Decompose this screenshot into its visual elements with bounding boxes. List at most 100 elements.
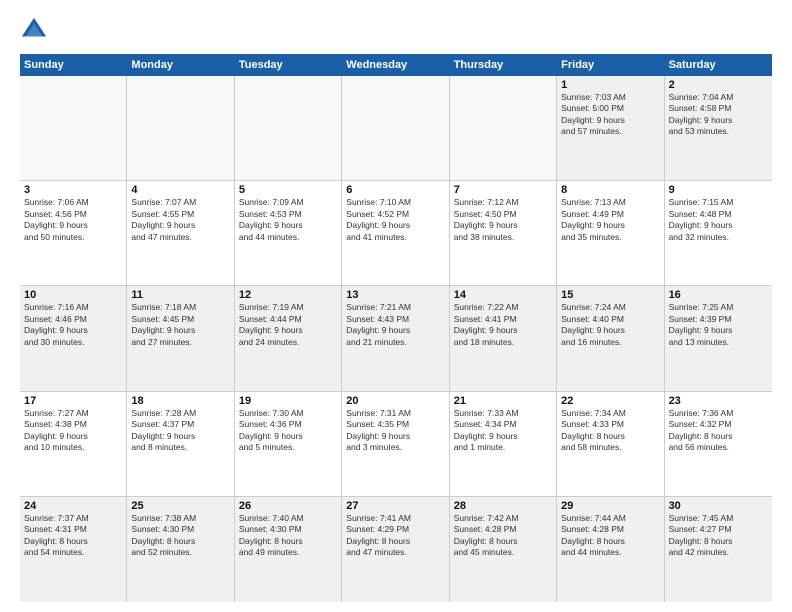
day-info: Sunrise: 7:25 AM Sunset: 4:39 PM Dayligh… bbox=[669, 302, 768, 348]
calendar-week: 24Sunrise: 7:37 AM Sunset: 4:31 PM Dayli… bbox=[20, 497, 772, 602]
day-number: 21 bbox=[454, 395, 552, 407]
calendar-cell: 15Sunrise: 7:24 AM Sunset: 4:40 PM Dayli… bbox=[557, 286, 664, 390]
day-number: 16 bbox=[669, 289, 768, 301]
day-info: Sunrise: 7:36 AM Sunset: 4:32 PM Dayligh… bbox=[669, 408, 768, 454]
day-number: 19 bbox=[239, 395, 337, 407]
day-info: Sunrise: 7:09 AM Sunset: 4:53 PM Dayligh… bbox=[239, 197, 337, 243]
day-number: 27 bbox=[346, 500, 444, 512]
header-day: Monday bbox=[127, 54, 234, 76]
calendar-cell: 12Sunrise: 7:19 AM Sunset: 4:44 PM Dayli… bbox=[235, 286, 342, 390]
day-info: Sunrise: 7:07 AM Sunset: 4:55 PM Dayligh… bbox=[131, 197, 229, 243]
day-number: 18 bbox=[131, 395, 229, 407]
day-number: 3 bbox=[24, 184, 122, 196]
day-number: 1 bbox=[561, 79, 659, 91]
calendar-cell: 25Sunrise: 7:38 AM Sunset: 4:30 PM Dayli… bbox=[127, 497, 234, 602]
day-info: Sunrise: 7:03 AM Sunset: 5:00 PM Dayligh… bbox=[561, 92, 659, 138]
day-info: Sunrise: 7:12 AM Sunset: 4:50 PM Dayligh… bbox=[454, 197, 552, 243]
day-number: 23 bbox=[669, 395, 768, 407]
calendar-cell bbox=[127, 76, 234, 180]
header-day: Saturday bbox=[665, 54, 772, 76]
calendar-cell: 5Sunrise: 7:09 AM Sunset: 4:53 PM Daylig… bbox=[235, 181, 342, 285]
day-number: 12 bbox=[239, 289, 337, 301]
day-number: 6 bbox=[346, 184, 444, 196]
day-info: Sunrise: 7:44 AM Sunset: 4:28 PM Dayligh… bbox=[561, 513, 659, 559]
calendar-cell: 8Sunrise: 7:13 AM Sunset: 4:49 PM Daylig… bbox=[557, 181, 664, 285]
day-info: Sunrise: 7:19 AM Sunset: 4:44 PM Dayligh… bbox=[239, 302, 337, 348]
calendar-week: 3Sunrise: 7:06 AM Sunset: 4:56 PM Daylig… bbox=[20, 181, 772, 286]
calendar-body: 1Sunrise: 7:03 AM Sunset: 5:00 PM Daylig… bbox=[20, 76, 772, 602]
calendar-cell bbox=[450, 76, 557, 180]
calendar-cell: 2Sunrise: 7:04 AM Sunset: 4:58 PM Daylig… bbox=[665, 76, 772, 180]
calendar-cell: 21Sunrise: 7:33 AM Sunset: 4:34 PM Dayli… bbox=[450, 392, 557, 496]
calendar-cell: 10Sunrise: 7:16 AM Sunset: 4:46 PM Dayli… bbox=[20, 286, 127, 390]
calendar-week: 17Sunrise: 7:27 AM Sunset: 4:38 PM Dayli… bbox=[20, 392, 772, 497]
day-number: 17 bbox=[24, 395, 122, 407]
day-number: 28 bbox=[454, 500, 552, 512]
day-info: Sunrise: 7:34 AM Sunset: 4:33 PM Dayligh… bbox=[561, 408, 659, 454]
day-info: Sunrise: 7:30 AM Sunset: 4:36 PM Dayligh… bbox=[239, 408, 337, 454]
calendar-cell: 11Sunrise: 7:18 AM Sunset: 4:45 PM Dayli… bbox=[127, 286, 234, 390]
day-info: Sunrise: 7:24 AM Sunset: 4:40 PM Dayligh… bbox=[561, 302, 659, 348]
day-number: 7 bbox=[454, 184, 552, 196]
calendar-cell: 9Sunrise: 7:15 AM Sunset: 4:48 PM Daylig… bbox=[665, 181, 772, 285]
calendar-cell: 18Sunrise: 7:28 AM Sunset: 4:37 PM Dayli… bbox=[127, 392, 234, 496]
day-number: 29 bbox=[561, 500, 659, 512]
day-number: 25 bbox=[131, 500, 229, 512]
day-number: 24 bbox=[24, 500, 122, 512]
day-number: 5 bbox=[239, 184, 337, 196]
calendar-cell: 17Sunrise: 7:27 AM Sunset: 4:38 PM Dayli… bbox=[20, 392, 127, 496]
header-day: Sunday bbox=[20, 54, 127, 76]
day-info: Sunrise: 7:33 AM Sunset: 4:34 PM Dayligh… bbox=[454, 408, 552, 454]
page: SundayMondayTuesdayWednesdayThursdayFrid… bbox=[0, 0, 792, 612]
day-number: 11 bbox=[131, 289, 229, 301]
header-day: Thursday bbox=[450, 54, 557, 76]
day-info: Sunrise: 7:18 AM Sunset: 4:45 PM Dayligh… bbox=[131, 302, 229, 348]
calendar-cell: 22Sunrise: 7:34 AM Sunset: 4:33 PM Dayli… bbox=[557, 392, 664, 496]
calendar-cell: 27Sunrise: 7:41 AM Sunset: 4:29 PM Dayli… bbox=[342, 497, 449, 602]
calendar-cell bbox=[20, 76, 127, 180]
day-info: Sunrise: 7:06 AM Sunset: 4:56 PM Dayligh… bbox=[24, 197, 122, 243]
calendar-cell: 26Sunrise: 7:40 AM Sunset: 4:30 PM Dayli… bbox=[235, 497, 342, 602]
header-day: Tuesday bbox=[235, 54, 342, 76]
day-number: 20 bbox=[346, 395, 444, 407]
day-number: 4 bbox=[131, 184, 229, 196]
calendar-cell bbox=[342, 76, 449, 180]
calendar-cell: 4Sunrise: 7:07 AM Sunset: 4:55 PM Daylig… bbox=[127, 181, 234, 285]
day-number: 15 bbox=[561, 289, 659, 301]
day-info: Sunrise: 7:21 AM Sunset: 4:43 PM Dayligh… bbox=[346, 302, 444, 348]
day-info: Sunrise: 7:28 AM Sunset: 4:37 PM Dayligh… bbox=[131, 408, 229, 454]
calendar-cell: 13Sunrise: 7:21 AM Sunset: 4:43 PM Dayli… bbox=[342, 286, 449, 390]
day-number: 8 bbox=[561, 184, 659, 196]
logo-icon bbox=[20, 16, 48, 44]
logo bbox=[20, 16, 52, 44]
header-day: Wednesday bbox=[342, 54, 449, 76]
calendar-cell: 23Sunrise: 7:36 AM Sunset: 4:32 PM Dayli… bbox=[665, 392, 772, 496]
day-info: Sunrise: 7:15 AM Sunset: 4:48 PM Dayligh… bbox=[669, 197, 768, 243]
day-info: Sunrise: 7:22 AM Sunset: 4:41 PM Dayligh… bbox=[454, 302, 552, 348]
day-info: Sunrise: 7:37 AM Sunset: 4:31 PM Dayligh… bbox=[24, 513, 122, 559]
calendar-cell: 29Sunrise: 7:44 AM Sunset: 4:28 PM Dayli… bbox=[557, 497, 664, 602]
header bbox=[20, 16, 772, 44]
calendar-cell: 6Sunrise: 7:10 AM Sunset: 4:52 PM Daylig… bbox=[342, 181, 449, 285]
day-info: Sunrise: 7:42 AM Sunset: 4:28 PM Dayligh… bbox=[454, 513, 552, 559]
day-info: Sunrise: 7:31 AM Sunset: 4:35 PM Dayligh… bbox=[346, 408, 444, 454]
header-day: Friday bbox=[557, 54, 664, 76]
day-info: Sunrise: 7:45 AM Sunset: 4:27 PM Dayligh… bbox=[669, 513, 768, 559]
calendar-cell: 1Sunrise: 7:03 AM Sunset: 5:00 PM Daylig… bbox=[557, 76, 664, 180]
day-info: Sunrise: 7:04 AM Sunset: 4:58 PM Dayligh… bbox=[669, 92, 768, 138]
calendar-cell: 16Sunrise: 7:25 AM Sunset: 4:39 PM Dayli… bbox=[665, 286, 772, 390]
calendar-cell: 28Sunrise: 7:42 AM Sunset: 4:28 PM Dayli… bbox=[450, 497, 557, 602]
day-number: 9 bbox=[669, 184, 768, 196]
day-number: 14 bbox=[454, 289, 552, 301]
calendar-cell: 30Sunrise: 7:45 AM Sunset: 4:27 PM Dayli… bbox=[665, 497, 772, 602]
calendar-cell: 19Sunrise: 7:30 AM Sunset: 4:36 PM Dayli… bbox=[235, 392, 342, 496]
day-number: 13 bbox=[346, 289, 444, 301]
day-info: Sunrise: 7:10 AM Sunset: 4:52 PM Dayligh… bbox=[346, 197, 444, 243]
calendar: SundayMondayTuesdayWednesdayThursdayFrid… bbox=[20, 54, 772, 602]
day-info: Sunrise: 7:38 AM Sunset: 4:30 PM Dayligh… bbox=[131, 513, 229, 559]
day-number: 26 bbox=[239, 500, 337, 512]
calendar-week: 1Sunrise: 7:03 AM Sunset: 5:00 PM Daylig… bbox=[20, 76, 772, 181]
calendar-cell: 7Sunrise: 7:12 AM Sunset: 4:50 PM Daylig… bbox=[450, 181, 557, 285]
day-info: Sunrise: 7:13 AM Sunset: 4:49 PM Dayligh… bbox=[561, 197, 659, 243]
calendar-cell: 20Sunrise: 7:31 AM Sunset: 4:35 PM Dayli… bbox=[342, 392, 449, 496]
